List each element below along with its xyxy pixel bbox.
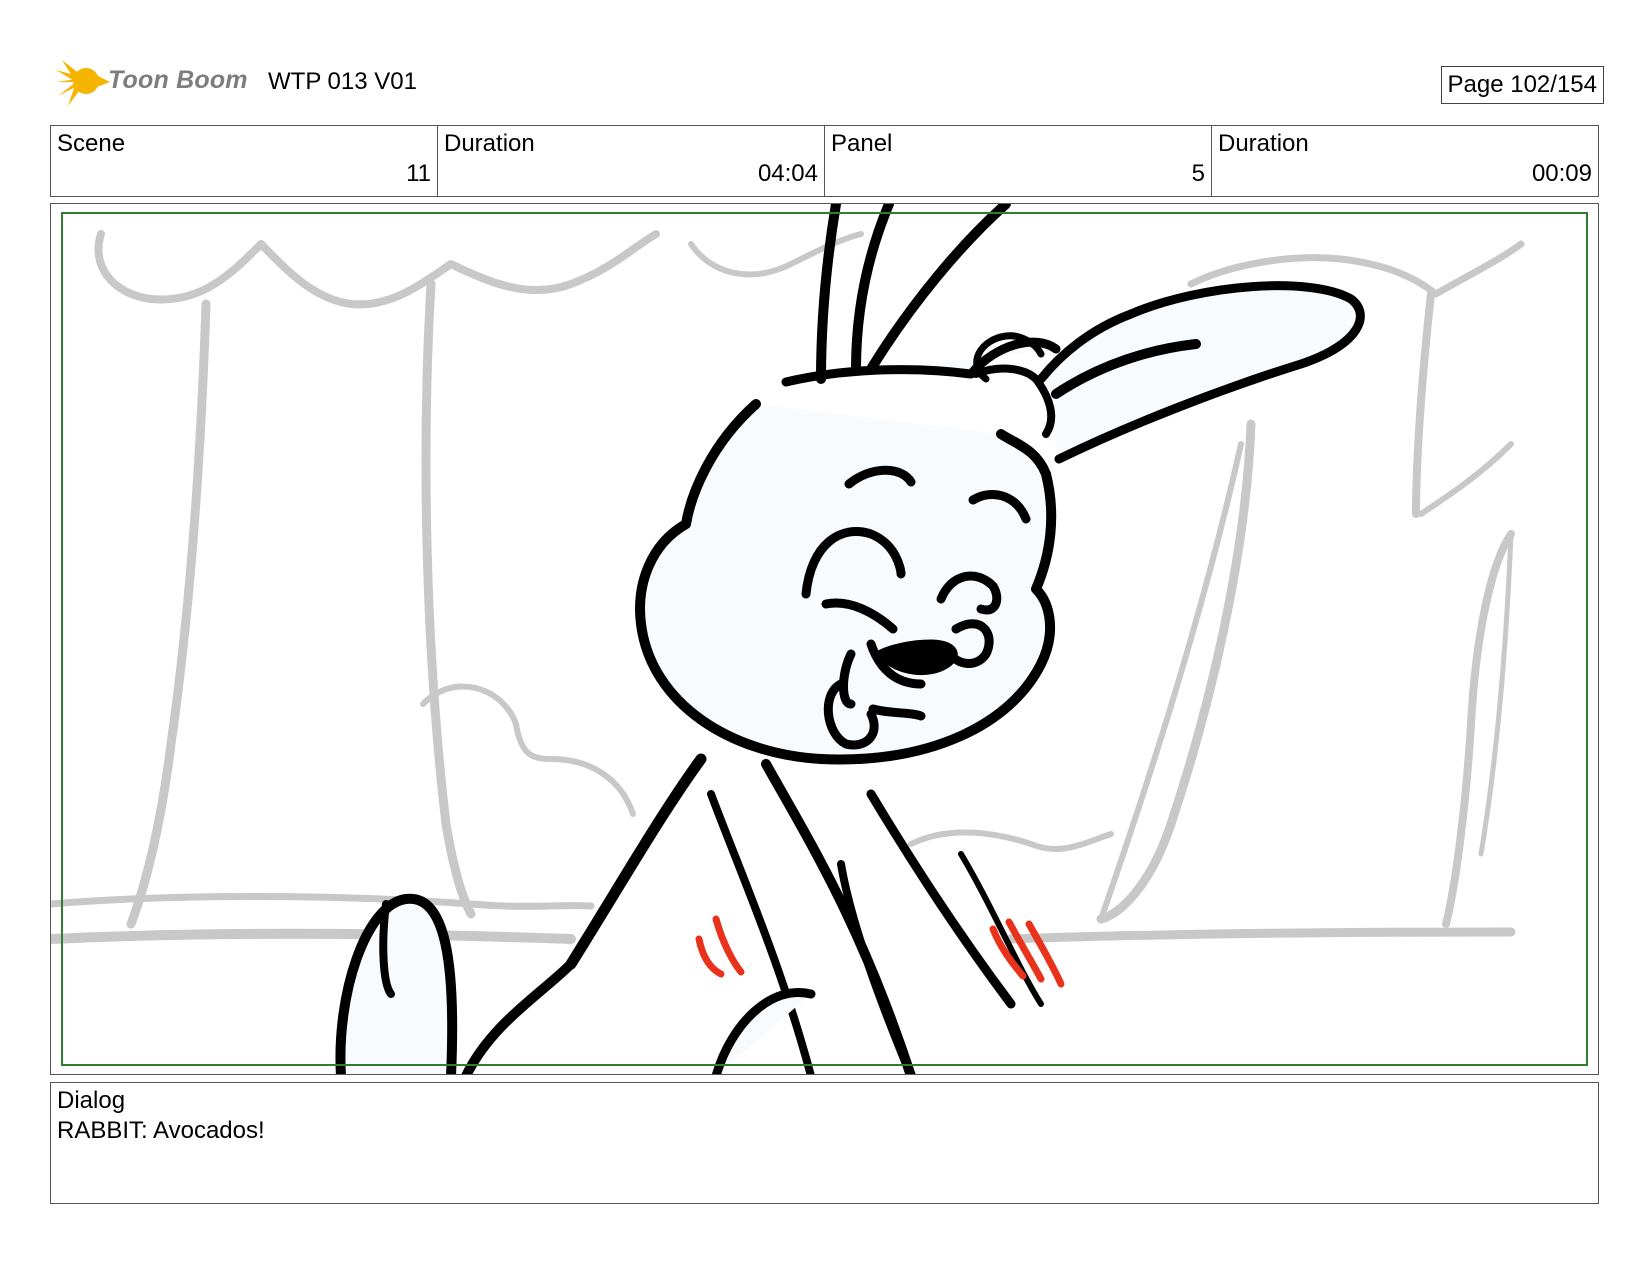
page-header: Toon Boom WTP 013 V01 Page 102/154 [54, 56, 1604, 108]
storyboard-panel [50, 203, 1599, 1075]
panel-cell: Panel 5 [825, 126, 1212, 196]
document-title: WTP 013 V01 [268, 68, 417, 95]
scene-duration-label: Duration [444, 130, 535, 157]
panel-value: 5 [1191, 160, 1205, 187]
dialog-text: RABBIT: Avocados! [57, 1117, 265, 1144]
panel-duration-value: 00:09 [1531, 160, 1592, 187]
panel-duration-cell: Duration 00:09 [1212, 126, 1598, 196]
starburst-icon [56, 60, 110, 106]
scene-cell: Scene 11 [51, 126, 438, 196]
panel-label: Panel [831, 130, 893, 157]
scene-label: Scene [57, 130, 126, 157]
scene-info-table: Scene 11 Duration 04:04 Panel 5 Duration… [50, 125, 1599, 197]
dialog-box: Dialog RABBIT: Avocados! [50, 1082, 1599, 1204]
panel-duration-label: Duration [1218, 130, 1309, 157]
rabbit-figure [335, 204, 1365, 1074]
scene-duration-value: 04:04 [757, 160, 818, 187]
dialog-label: Dialog [57, 1087, 126, 1114]
scene-value: 11 [406, 160, 431, 187]
toon-boom-logo: Toon Boom [54, 56, 254, 108]
page-number: Page 102/154 [1440, 66, 1604, 104]
action-lines [695, 915, 1065, 988]
scene-duration-cell: Duration 04:04 [438, 126, 825, 196]
rabbit-sketch-illustration [51, 204, 1525, 1074]
logo-text: Toon Boom [108, 66, 248, 94]
